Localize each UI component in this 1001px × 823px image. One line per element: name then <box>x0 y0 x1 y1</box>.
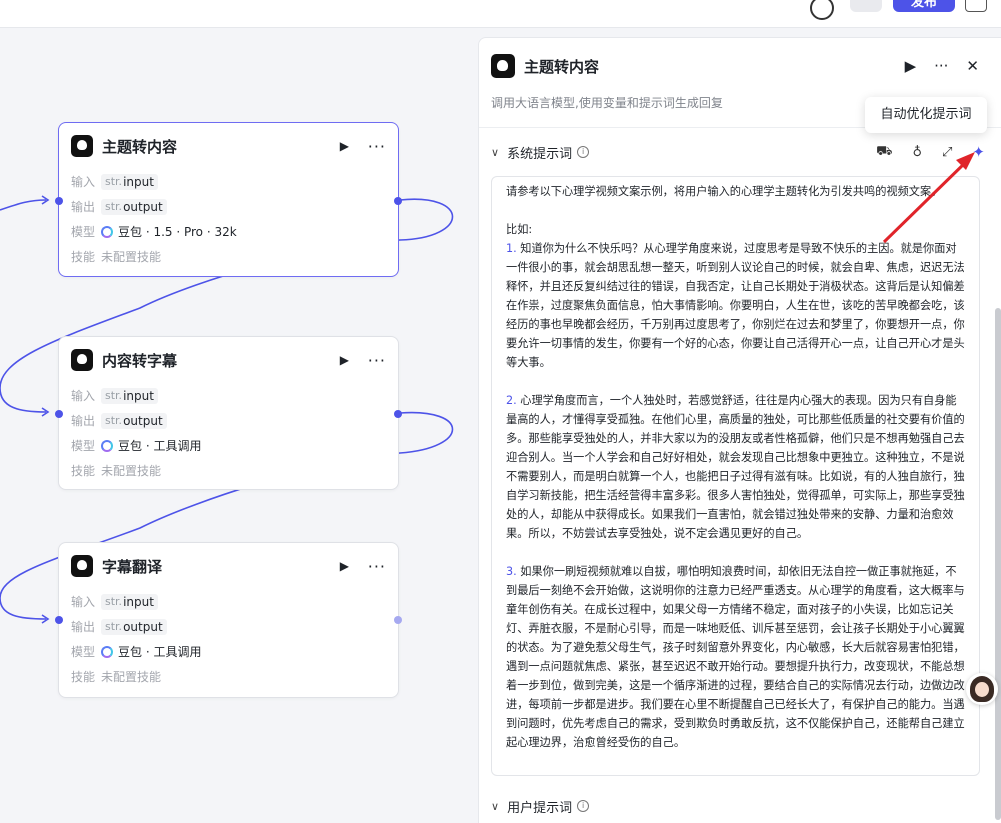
chevron-down-icon[interactable]: ∨ <box>491 800 499 813</box>
agent-logo-icon <box>71 555 93 577</box>
doubao-model-icon <box>101 225 113 238</box>
expand-icon[interactable]: ⤢ <box>942 145 952 160</box>
panel-scrollbar[interactable] <box>995 308 1001 820</box>
prompt-example-1: 1. 知道你为什么不快乐吗？从心理学角度来说，过度思考是导致不快乐的主因。就是你… <box>506 242 965 369</box>
model-value: 豆包 · 工具调用 <box>118 439 202 453</box>
user-prompt-header[interactable]: ∨ 用户提示词 i <box>479 782 1001 823</box>
system-prompt-editor[interactable]: 请参考以下心理学视频文案示例，将用户输入的心理学主题转化为引发共鸣的视频文案。 … <box>491 176 980 776</box>
prompt-intro: 请参考以下心理学视频文案示例，将用户输入的心理学主题转化为引发共鸣的视频文案。 <box>506 185 943 198</box>
output-port[interactable] <box>394 197 402 205</box>
model-label: 模型 <box>71 439 96 453</box>
input-tag: str. input <box>101 387 158 404</box>
model-value: 豆包 · 1.5 · Pro · 32k <box>118 225 237 239</box>
more-icon[interactable]: ··· <box>368 137 386 156</box>
node-config-panel: 主题转内容 ▶ ··· ✕ 调用大语言模型,使用变量和提示词生成回复 ∨ 系统提… <box>478 37 1001 823</box>
more-icon[interactable]: ··· <box>368 351 386 370</box>
run-icon[interactable]: ▶ <box>905 57 917 75</box>
share-icon[interactable] <box>965 0 987 12</box>
output-tag: str. output <box>101 412 167 429</box>
skill-label: 技能 <box>71 250 96 264</box>
prompt-example-label: 比如: <box>506 223 533 236</box>
top-toolbar: 发布 <box>0 0 1001 28</box>
input-label: 输入 <box>71 389 96 403</box>
input-label: 输入 <box>71 595 96 609</box>
node-title: 字幕翻译 <box>102 557 163 576</box>
agent-logo-icon <box>491 54 515 78</box>
input-tag: str. input <box>101 173 158 190</box>
doubao-model-icon <box>101 645 113 658</box>
input-tag: str. input <box>101 593 158 610</box>
bulb-icon[interactable]: ♁ <box>912 145 922 160</box>
input-label: 输入 <box>71 175 96 189</box>
skill-value: 未配置技能 <box>101 670 162 684</box>
doubao-model-icon <box>101 439 113 452</box>
output-port[interactable] <box>394 410 402 418</box>
system-prompt-title: 系统提示词 <box>507 146 573 162</box>
skill-value: 未配置技能 <box>101 464 162 478</box>
output-label: 输出 <box>71 414 96 428</box>
node-title: 主题转内容 <box>102 137 178 156</box>
panel-title: 主题转内容 <box>524 57 600 76</box>
run-icon[interactable]: ▶ <box>340 139 354 153</box>
assistant-avatar[interactable] <box>966 673 998 705</box>
publish-button[interactable]: 发布 <box>893 0 955 12</box>
system-prompt-header[interactable]: ∨ 系统提示词 i ⛟ ♁ ⤢ ✦ <box>479 128 1001 176</box>
node-content-to-subtitle[interactable]: 内容转字幕 ▶ ··· 输入 str. input 输出 str. output 模… <box>55 336 402 490</box>
prompt-example-2: 2. 心理学角度而言，一个人独处时，若感觉舒适，往往是内心强大的表现。因为只有自… <box>506 394 965 540</box>
output-label: 输出 <box>71 620 96 634</box>
more-icon[interactable]: ··· <box>934 57 948 75</box>
node-topic-to-content[interactable]: 主题转内容 ▶ ··· 输入 str. input 输出 str. output 模… <box>55 122 402 277</box>
agent-logo-icon <box>71 349 93 371</box>
model-label: 模型 <box>71 225 96 239</box>
info-icon[interactable]: i <box>577 800 590 812</box>
output-label: 输出 <box>71 200 96 214</box>
skill-label: 技能 <box>71 464 96 478</box>
auto-optimize-icon[interactable]: ✦ <box>972 143 985 161</box>
prompt-example-3: 3. 如果你一刷短视频就难以自拔，哪怕明知浪费时间，却依旧无法自控一做正事就拖延… <box>506 565 965 749</box>
prompt-library-icon[interactable]: ⛟ <box>876 144 892 161</box>
run-icon[interactable]: ▶ <box>340 353 354 367</box>
chevron-down-icon[interactable]: ∨ <box>491 146 499 159</box>
history-button[interactable] <box>850 0 882 12</box>
user-prompt-title: 用户提示词 <box>507 800 573 816</box>
model-value: 豆包 · 工具调用 <box>118 645 202 659</box>
auto-optimize-tooltip: 自动优化提示词 <box>865 97 987 133</box>
help-icon[interactable] <box>810 0 834 20</box>
skill-value: 未配置技能 <box>101 250 162 264</box>
more-icon[interactable]: ··· <box>368 557 386 576</box>
model-label: 模型 <box>71 645 96 659</box>
input-port[interactable] <box>55 410 63 418</box>
input-port[interactable] <box>55 197 63 205</box>
node-title: 内容转字幕 <box>102 351 178 370</box>
input-port[interactable] <box>55 616 63 624</box>
info-icon[interactable]: i <box>577 146 590 158</box>
run-icon[interactable]: ▶ <box>340 559 354 573</box>
output-tag: str. output <box>101 198 167 215</box>
output-tag: str. output <box>101 618 167 635</box>
output-port[interactable] <box>394 616 402 624</box>
agent-logo-icon <box>71 135 93 157</box>
workflow-canvas[interactable]: 主题转内容 ▶ ··· 输入 str. input 输出 str. output 模… <box>0 28 478 823</box>
node-subtitle-translation[interactable]: 字幕翻译 ▶ ··· 输入 str. input 输出 str. output 模型… <box>55 542 402 698</box>
close-icon[interactable]: ✕ <box>966 57 979 75</box>
skill-label: 技能 <box>71 670 96 684</box>
